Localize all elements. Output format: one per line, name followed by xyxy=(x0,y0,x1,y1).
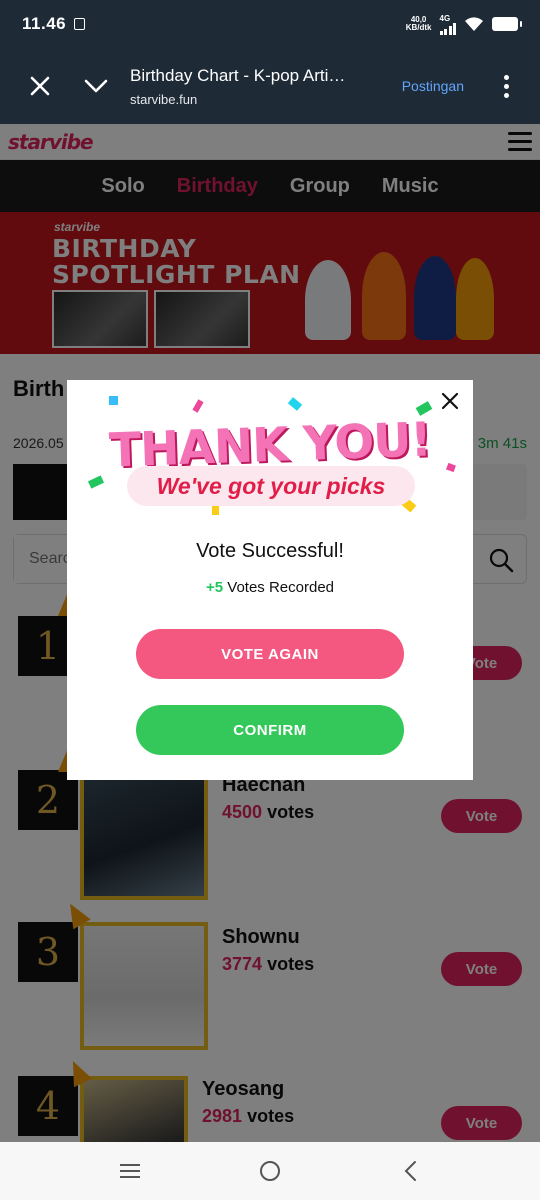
status-time: 11.46 xyxy=(22,14,67,33)
network-speed-unit: KB/dtk xyxy=(405,23,432,32)
recent-apps-button[interactable] xyxy=(110,1151,150,1191)
postingan-link[interactable]: Postingan xyxy=(402,78,464,94)
status-bar: 11.46 40,0 KB/dtk 4G xyxy=(0,0,540,48)
back-icon xyxy=(404,1161,416,1181)
close-tab-button[interactable] xyxy=(12,58,68,114)
vote-again-button[interactable]: VOTE AGAIN xyxy=(136,629,404,679)
system-nav-bar xyxy=(0,1142,540,1200)
confetti-piece xyxy=(109,396,118,405)
network-speed: 40,0 KB/dtk xyxy=(406,16,432,32)
home-button[interactable] xyxy=(250,1151,290,1191)
recent-apps-icon xyxy=(120,1164,140,1178)
network-type: 4G xyxy=(439,13,451,23)
confetti-piece xyxy=(212,506,219,515)
page-title: Birthday Chart - K-pop Arti… xyxy=(130,65,346,85)
browser-toolbar: Birthday Chart - K-pop Arti… starvibe.fu… xyxy=(0,48,540,124)
close-icon[interactable] xyxy=(439,390,461,412)
votes-recorded-label: Votes Recorded xyxy=(227,579,335,596)
confetti-piece xyxy=(287,397,303,411)
back-button[interactable] xyxy=(390,1151,430,1191)
chevron-down-icon xyxy=(84,79,108,93)
battery-icon xyxy=(492,17,522,31)
status-icons: 40,0 KB/dtk 4G xyxy=(406,13,522,35)
more-options-icon[interactable] xyxy=(486,74,526,98)
home-icon xyxy=(260,1161,280,1181)
signal-icon xyxy=(439,22,456,35)
vote-success-title: Vote Successful! xyxy=(196,540,344,562)
picks-subtitle: We've got your picks xyxy=(127,466,415,506)
votes-recorded-text: +5 Votes Recorded xyxy=(67,579,473,596)
confetti-piece xyxy=(192,399,204,413)
vote-success-dialog: THANK YOU! We've got your picks Vote Suc… xyxy=(67,380,473,780)
page-url: starvibe.fun xyxy=(130,91,198,107)
confirm-button[interactable]: CONFIRM xyxy=(136,705,404,755)
browser-title-area[interactable]: Birthday Chart - K-pop Arti… starvibe.fu… xyxy=(130,66,402,107)
notification-icon xyxy=(74,18,86,30)
minimize-tab-button[interactable] xyxy=(68,58,124,114)
close-icon xyxy=(30,76,50,96)
wifi-icon xyxy=(465,17,483,31)
votes-plus: +5 xyxy=(205,579,224,596)
